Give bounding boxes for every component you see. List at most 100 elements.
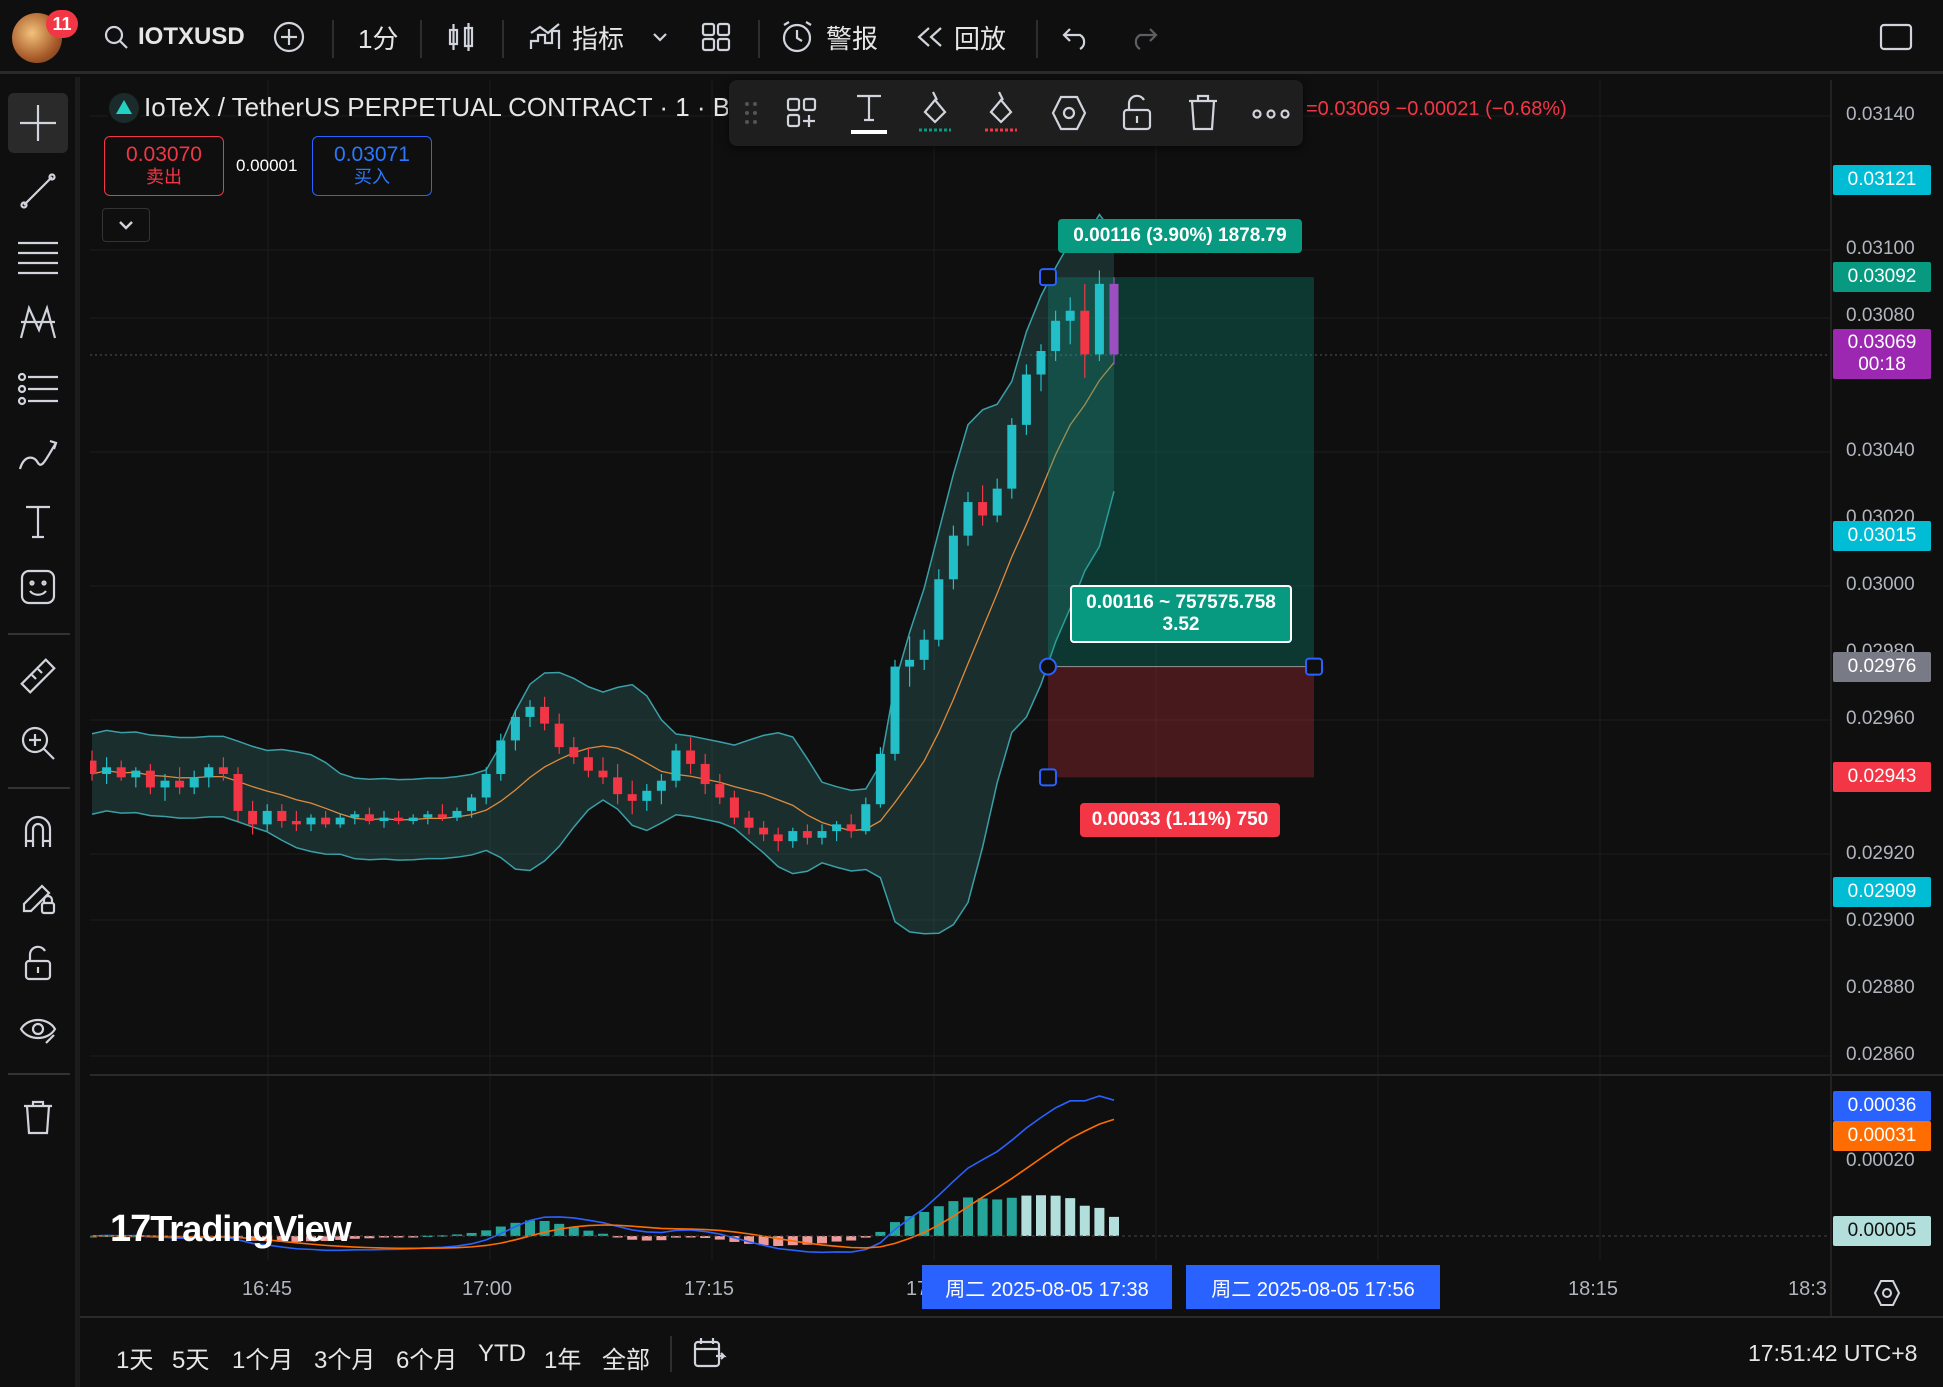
delete-drawings-tool[interactable] xyxy=(8,1087,68,1147)
brush-icon xyxy=(18,439,58,470)
undo-button[interactable] xyxy=(1060,0,1092,74)
grid-icon xyxy=(701,22,731,52)
text-color-icon[interactable] xyxy=(849,90,889,138)
more-icon[interactable] xyxy=(1251,108,1291,120)
trash-icon[interactable] xyxy=(1185,92,1221,132)
crosshair-tool[interactable] xyxy=(8,93,68,153)
chevron-down-icon xyxy=(653,33,667,42)
candle-body xyxy=(1094,283,1104,355)
candle-body xyxy=(1109,283,1119,355)
candle-body xyxy=(291,821,301,825)
symbol-search-button[interactable]: IOTXUSD xyxy=(102,0,245,74)
drag-handle-icon[interactable] xyxy=(741,98,761,128)
range-6m[interactable]: 6个月 xyxy=(396,1340,457,1375)
candle-body xyxy=(875,753,885,805)
trend-line-tool[interactable] xyxy=(8,161,68,221)
price-tag: 0.03092 xyxy=(1833,262,1931,293)
candle-body xyxy=(350,814,360,818)
pattern-tool[interactable] xyxy=(8,293,68,353)
hide-drawings-tool[interactable] xyxy=(8,999,68,1059)
chart-canvas[interactable] xyxy=(90,80,1943,1320)
candle-body xyxy=(423,814,433,818)
candle-body xyxy=(1080,310,1090,355)
icon-tool[interactable] xyxy=(8,557,68,617)
fib-tool[interactable] xyxy=(8,227,68,287)
lock-icon[interactable] xyxy=(1119,93,1155,133)
buy-label: 买入 xyxy=(354,167,390,187)
position-qty: 0.00116 ~ 757575.758 xyxy=(1086,592,1276,613)
candle-body xyxy=(1007,424,1017,489)
price-tick: 0.03000 xyxy=(1846,574,1915,595)
candle-body xyxy=(905,659,915,667)
candle-body xyxy=(978,502,988,516)
text-icon xyxy=(26,505,50,539)
stop-zone xyxy=(1048,666,1314,778)
range-1d[interactable]: 1天 xyxy=(116,1340,153,1375)
lock-all-tool[interactable] xyxy=(8,933,68,993)
alerts-button[interactable]: 警报 xyxy=(780,0,878,74)
indicators-button[interactable]: 指标 xyxy=(528,0,624,74)
macd-histogram-bar xyxy=(992,1199,1003,1236)
macd-histogram-bar xyxy=(933,1206,944,1236)
sell-button[interactable]: 0.03070 卖出 xyxy=(104,136,224,196)
position-ratio: 3.52 xyxy=(1162,614,1200,635)
candle-body xyxy=(145,770,155,788)
zoom-tool[interactable] xyxy=(8,713,68,773)
goto-date-button[interactable] xyxy=(692,1336,728,1375)
candle-body xyxy=(934,579,944,640)
candle-body xyxy=(160,780,170,788)
axis-settings-button[interactable] xyxy=(1872,1278,1902,1308)
macd-histogram-bar xyxy=(817,1236,827,1244)
prediction-tool[interactable] xyxy=(8,359,68,419)
macd-tick: 0.00020 xyxy=(1846,1150,1915,1171)
clock[interactable]: 17:51:42 UTC+8 xyxy=(1748,1340,1917,1367)
candle-body xyxy=(321,817,331,825)
interval-button[interactable]: 1分 xyxy=(358,0,398,74)
replay-button[interactable]: 回放 xyxy=(914,0,1006,74)
measure-tool[interactable] xyxy=(8,647,68,707)
candle-body xyxy=(452,810,462,818)
magnet-tool[interactable] xyxy=(8,801,68,861)
price-tick: 0.02880 xyxy=(1846,976,1915,998)
stop-fill-color-icon[interactable] xyxy=(981,88,1021,136)
fill-color-icon[interactable] xyxy=(915,88,955,136)
indicators-label: 指标 xyxy=(572,23,625,54)
lock-drawing-tool[interactable] xyxy=(8,867,68,927)
fullscreen-button[interactable] xyxy=(1878,0,1914,74)
range-all[interactable]: 全部 xyxy=(602,1340,650,1375)
settings-hex-icon[interactable] xyxy=(1049,93,1089,133)
indicators-dropdown[interactable] xyxy=(650,0,670,74)
layouts-button[interactable] xyxy=(700,0,732,74)
macd-histogram-bar xyxy=(1109,1216,1119,1236)
redo-button[interactable] xyxy=(1128,0,1160,74)
legend-collapse-button[interactable] xyxy=(102,208,150,242)
range-1m[interactable]: 1个月 xyxy=(232,1340,293,1375)
compare-add-button[interactable] xyxy=(272,0,306,74)
range-5d[interactable]: 5天 xyxy=(172,1340,209,1375)
chart-type-button[interactable] xyxy=(446,0,476,74)
buy-button[interactable]: 0.03071 买入 xyxy=(312,136,432,196)
macd-tag: 0.00036 xyxy=(1833,1091,1931,1121)
candle-body xyxy=(540,706,550,724)
position-center-label[interactable]: 0.00116 ~ 757575.758 3.52 xyxy=(1070,585,1292,643)
brush-tool[interactable] xyxy=(8,425,68,485)
sell-price: 0.03070 xyxy=(126,143,202,166)
range-ytd[interactable]: YTD xyxy=(478,1340,526,1368)
text-tool[interactable] xyxy=(8,491,68,551)
macd-histogram-bar xyxy=(568,1227,579,1236)
candle-body xyxy=(408,817,418,821)
range-1y[interactable]: 1年 xyxy=(544,1340,581,1375)
candle-body xyxy=(613,777,623,795)
add-template-icon[interactable] xyxy=(785,96,819,130)
range-3m[interactable]: 3个月 xyxy=(314,1340,375,1375)
alarm-clock-icon xyxy=(782,21,812,53)
bollinger-band xyxy=(91,213,1115,935)
forecast-lines-icon xyxy=(17,372,58,406)
macd-histogram-bar xyxy=(627,1236,638,1240)
price-tick: 0.02960 xyxy=(1846,708,1915,730)
candle-body xyxy=(394,817,404,821)
macd-histogram-bar xyxy=(977,1198,988,1236)
candle-body xyxy=(189,777,199,788)
price-tick: 0.03140 xyxy=(1846,104,1915,125)
price-tick: 0.02920 xyxy=(1846,842,1915,864)
